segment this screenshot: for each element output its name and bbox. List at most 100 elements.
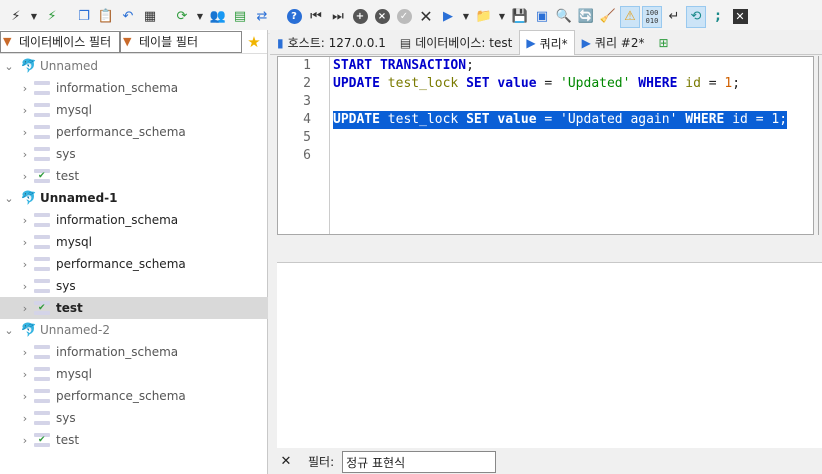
favorites-star-icon[interactable]: ★ [242,33,266,51]
users-icon[interactable]: 👥 [208,6,228,28]
chevron-right-icon[interactable]: › [16,148,34,161]
database-name: mysql [56,367,92,381]
dropdown-arrow-icon[interactable]: ▼ [460,6,472,28]
binary-icon[interactable]: 100 010 [642,5,662,28]
tree-database-item[interactable]: › mysql [0,99,268,121]
sync-icon[interactable]: ⇄ [252,6,272,28]
tree-database-item[interactable]: › performance_schema [0,121,268,143]
code-area[interactable]: START TRANSACTION; UPDATE test_lock SET … [333,57,788,165]
chevron-right-icon[interactable]: › [16,82,34,95]
connection-name: Unnamed-2 [40,323,111,337]
splitter[interactable] [277,240,822,262]
apply-icon[interactable]: ✓ [394,6,414,28]
disconnect-icon[interactable]: ⚡ [42,6,62,28]
tree-database-item[interactable]: › sys [0,407,268,429]
database-name: performance_schema [56,257,186,271]
chevron-down-icon[interactable]: ⌄ [0,324,18,337]
tree-database-item[interactable]: › test [0,429,268,451]
tree-database-item[interactable]: › sys [0,143,268,165]
tree-database-item[interactable]: › sys [0,275,268,297]
chevron-right-icon[interactable]: › [16,302,34,315]
paste-icon[interactable]: 📋 [96,6,116,28]
dropdown-arrow-icon[interactable]: ▼ [194,6,206,28]
link-icon[interactable]: ⟲ [686,5,706,28]
warning-icon[interactable]: ⚠ [620,5,640,28]
chevron-right-icon[interactable]: › [16,346,34,359]
database-name: test [56,433,80,447]
chevron-right-icon[interactable]: › [16,280,34,293]
copy-icon[interactable]: ❐ [74,6,94,28]
database-icon [34,257,50,271]
tree-database-item[interactable]: › information_schema [0,77,268,99]
chevron-right-icon[interactable]: › [16,236,34,249]
dropdown-arrow-icon[interactable]: ▼ [496,6,508,28]
chevron-right-icon[interactable]: › [16,390,34,403]
sql-editor[interactable]: 1 2 3 4 5 6 START TRANSACTION; UPDATE test_lo… [277,56,814,235]
export-icon[interactable]: ▤ [230,6,250,28]
database-filter-input[interactable]: ▼ 데이터베이스 필터 [0,30,120,53]
dropdown-arrow-icon[interactable]: ▼ [28,6,40,28]
database-filter-placeholder: 데이터베이스 필터 [19,35,112,49]
regex-filter-placeholder: 정규 표현식 [346,455,406,470]
tree-connection[interactable]: ⌄ 🐬 Unnamed-1 [0,187,268,209]
help-icon[interactable]: ? [284,6,304,28]
tree-database-item[interactable]: › information_schema [0,209,268,231]
tree-database-item[interactable]: › performance_schema [0,385,268,407]
run-icon[interactable]: ▶ [438,6,458,28]
first-icon[interactable]: ⏮ [306,6,326,28]
plug-icon[interactable]: ⚡ [6,6,26,28]
chevron-right-icon[interactable]: › [16,170,34,183]
table-filter-input[interactable]: ▼ 테이블 필터 [120,30,242,53]
refresh-icon[interactable]: ⟳ [172,6,192,28]
chevron-right-icon[interactable]: › [16,126,34,139]
new-query-tab-button[interactable]: ⊞ [652,30,676,54]
remove-icon[interactable]: × [372,6,392,28]
database-name: test [56,301,83,315]
database-tree-panel: ▼ 데이터베이스 필터 ▼ 테이블 필터 ★ ⌄ 🐬 Unnamed › informa… [0,30,268,474]
tree-database-item[interactable]: › performance_schema [0,253,268,275]
filter-icon: ▼ [123,35,132,48]
chevron-right-icon[interactable]: › [16,214,34,227]
query-run-icon: ▶ [526,36,536,50]
editor-scrollbar[interactable] [818,56,822,235]
regex-filter-input[interactable]: 정규 표현식 [342,450,497,473]
chevron-right-icon[interactable]: › [16,368,34,381]
chevron-down-icon[interactable]: ⌄ [0,60,18,73]
tree-database-item[interactable]: › mysql [0,231,268,253]
wrap-icon[interactable]: ↵ [664,6,684,28]
format-icon[interactable]: 🧹 [598,6,618,28]
save-as-icon[interactable]: ▣ [532,6,552,28]
database-icon [34,235,50,249]
semicolon-icon[interactable]: ; [708,6,728,28]
code-line-4: UPDATE test_lock SET value = 'Updated ag… [333,111,788,129]
chevron-right-icon[interactable]: › [16,258,34,271]
tab-host[interactable]: ▮ 호스트: 127.0.0.1 [270,30,393,54]
chevron-right-icon[interactable]: › [16,104,34,117]
tab-database[interactable]: ▤ 데이터베이스: test [393,30,520,54]
last-icon[interactable]: ⏭ [328,6,348,28]
replace-icon[interactable]: 🔄 [576,6,596,28]
tab-query-2[interactable]: ▶ 쿼리 #2* [575,30,652,54]
tree-connection[interactable]: ⌄ 🐬 Unnamed-2 [0,319,268,341]
tab-query[interactable]: ▶ 쿼리* [519,30,575,55]
tree-database-item[interactable]: › test [0,297,268,319]
tree-database-item[interactable]: › information_schema [0,341,268,363]
tree-database-item[interactable]: › test [0,165,268,187]
close-icon[interactable]: ✕ [730,6,750,28]
open-folder-icon[interactable]: 📁 [474,6,494,28]
chevron-right-icon[interactable]: › [16,434,34,447]
tree-connection[interactable]: ⌄ 🐬 Unnamed [0,55,268,77]
close-filter-icon[interactable]: ✕ [278,454,294,469]
search-icon[interactable]: 🔍 [554,6,574,28]
add-icon[interactable]: + [350,6,370,28]
tree-database-item[interactable]: › mysql [0,363,268,385]
undo-icon[interactable]: ↶ [118,6,138,28]
chevron-down-icon[interactable]: ⌄ [0,192,18,205]
tab-database-label: 데이터베이스: test [415,36,513,50]
chevron-right-icon[interactable]: › [16,412,34,425]
print-icon[interactable]: ▦ [140,6,160,28]
cancel-icon[interactable]: ✕ [416,6,436,28]
save-icon[interactable]: 💾 [510,6,530,28]
